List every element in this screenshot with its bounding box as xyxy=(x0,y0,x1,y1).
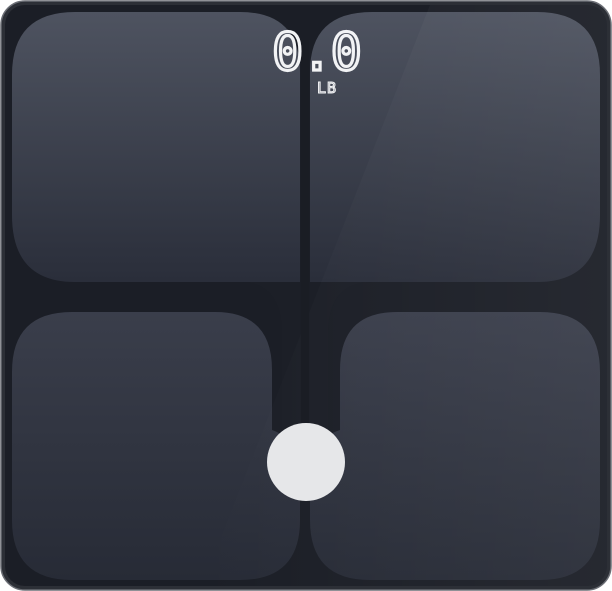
center-divider xyxy=(301,40,309,460)
weight-reading: 0.0 xyxy=(272,23,360,83)
scale-illustration: 0.0 LB xyxy=(0,0,612,591)
sensor-button[interactable] xyxy=(267,423,345,501)
unit-label: LB xyxy=(317,79,337,97)
smart-scale: 0.0 LB xyxy=(0,0,612,591)
electrode-pad-top-left xyxy=(12,12,300,282)
